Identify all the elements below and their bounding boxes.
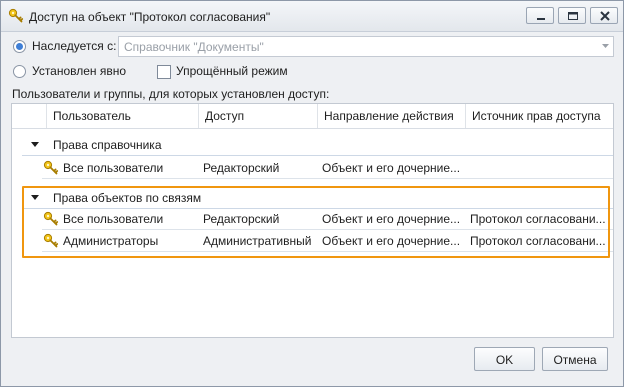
close-icon: [600, 11, 610, 21]
highlight-frame: [22, 186, 610, 258]
access-cell: Редакторский: [203, 161, 280, 175]
cancel-button[interactable]: Отмена: [542, 347, 608, 371]
simple-mode-label: Упрощённый режим: [176, 64, 288, 78]
column-header-direction[interactable]: Направление действия: [317, 104, 465, 128]
column-header-user[interactable]: Пользователь: [46, 104, 198, 128]
user-cell: Все пользователи: [63, 161, 164, 175]
table-row[interactable]: Все пользователи Редакторский Объект и е…: [12, 157, 613, 179]
inherit-label: Наследуется с:: [32, 39, 117, 53]
minimize-button[interactable]: [526, 7, 554, 24]
grid-caption: Пользователи и группы, для которых устан…: [12, 87, 330, 101]
direction-cell: Объект и его дочерние...: [322, 161, 461, 175]
inherit-source-value: Справочник "Документы": [124, 40, 264, 54]
simple-mode-checkbox[interactable]: [157, 65, 171, 79]
key-icon: [8, 8, 24, 23]
inherit-radio[interactable]: [13, 40, 26, 53]
key-icon: [43, 160, 59, 175]
group-row[interactable]: Права справочника: [12, 134, 613, 156]
grid-header: Пользователь Доступ Направление действия…: [12, 104, 613, 129]
ok-button[interactable]: OK: [474, 347, 535, 371]
explicit-label: Установлен явно: [32, 64, 127, 78]
title-bar[interactable]: Доступ на объект "Протокол согласования": [1, 1, 623, 32]
explicit-radio[interactable]: [13, 65, 26, 78]
maximize-icon: [568, 12, 578, 20]
inherit-source-combobox[interactable]: Справочник "Документы": [118, 36, 614, 57]
column-header-access[interactable]: Доступ: [198, 104, 317, 128]
access-dialog: Доступ на объект "Протокол согласования"…: [0, 0, 624, 387]
collapse-icon[interactable]: [31, 142, 39, 147]
maximize-button[interactable]: [558, 7, 586, 24]
group-title: Права справочника: [53, 138, 162, 152]
close-button[interactable]: [590, 7, 618, 24]
window-title: Доступ на объект "Протокол согласования": [29, 10, 271, 24]
column-header-source[interactable]: Источник прав доступа: [465, 104, 613, 128]
minimize-icon: [537, 18, 545, 20]
chevron-down-icon: [602, 44, 609, 48]
